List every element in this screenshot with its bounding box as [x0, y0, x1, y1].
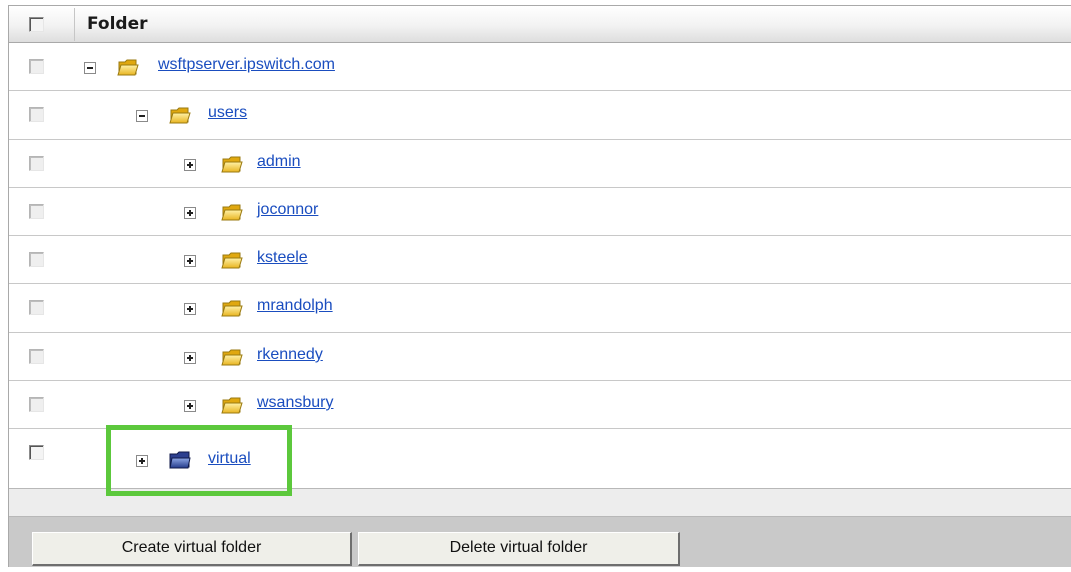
row-checkbox[interactable] — [29, 445, 44, 460]
collapse-toggle-icon[interactable] — [84, 62, 96, 74]
expand-toggle-icon[interactable] — [136, 455, 148, 467]
table-row: admin — [9, 140, 1071, 188]
folder-tree-table: Folder wsftpserver.ipswitch.com users ad… — [8, 5, 1071, 567]
expand-toggle-icon[interactable] — [184, 207, 196, 219]
folder-icon — [117, 59, 139, 76]
table-row: wsansbury — [9, 381, 1071, 429]
column-header-folder: Folder — [87, 14, 148, 34]
folder-icon — [221, 204, 243, 221]
tree-link-admin[interactable]: admin — [257, 153, 301, 171]
row-checkbox[interactable] — [29, 59, 44, 74]
folder-icon — [221, 300, 243, 317]
select-all-checkbox[interactable] — [29, 17, 44, 32]
tree-link-rkennedy[interactable]: rkennedy — [257, 346, 323, 364]
row-checkbox[interactable] — [29, 349, 44, 364]
folder-icon — [221, 349, 243, 366]
table-row: wsftpserver.ipswitch.com — [9, 43, 1071, 91]
collapse-toggle-icon[interactable] — [136, 110, 148, 122]
row-checkbox[interactable] — [29, 397, 44, 412]
table-row: virtual — [9, 429, 1071, 489]
tree-link-mrandolph[interactable]: mrandolph — [257, 297, 333, 315]
expand-toggle-icon[interactable] — [184, 159, 196, 171]
tree-link-virtual[interactable]: virtual — [208, 450, 251, 468]
folder-icon — [221, 252, 243, 269]
folder-icon — [221, 397, 243, 414]
delete-virtual-folder-button[interactable]: Delete virtual folder — [358, 532, 680, 566]
table-row: joconnor — [9, 188, 1071, 236]
header-separator — [74, 8, 75, 41]
virtual-folder-icon — [169, 451, 191, 469]
tree-link-ksteele[interactable]: ksteele — [257, 249, 308, 267]
folder-icon — [169, 107, 191, 124]
row-checkbox[interactable] — [29, 204, 44, 219]
expand-toggle-icon[interactable] — [184, 255, 196, 267]
row-checkbox[interactable] — [29, 107, 44, 122]
table-spacer — [9, 489, 1071, 517]
table-row: users — [9, 91, 1071, 140]
action-toolbar: Create virtual folder Delete virtual fol… — [9, 517, 1071, 567]
table-row: rkennedy — [9, 333, 1071, 381]
create-virtual-folder-button[interactable]: Create virtual folder — [32, 532, 352, 566]
row-checkbox[interactable] — [29, 156, 44, 171]
table-row: mrandolph — [9, 284, 1071, 333]
table-row: ksteele — [9, 236, 1071, 284]
expand-toggle-icon[interactable] — [184, 303, 196, 315]
tree-link-users[interactable]: users — [208, 104, 247, 122]
tree-link-joconnor[interactable]: joconnor — [257, 201, 318, 219]
tree-link-wsftpserver[interactable]: wsftpserver.ipswitch.com — [158, 56, 335, 74]
table-header: Folder — [9, 6, 1071, 43]
tree-link-wsansbury[interactable]: wsansbury — [257, 394, 333, 412]
expand-toggle-icon[interactable] — [184, 352, 196, 364]
row-checkbox[interactable] — [29, 252, 44, 267]
row-checkbox[interactable] — [29, 300, 44, 315]
folder-icon — [221, 156, 243, 173]
expand-toggle-icon[interactable] — [184, 400, 196, 412]
